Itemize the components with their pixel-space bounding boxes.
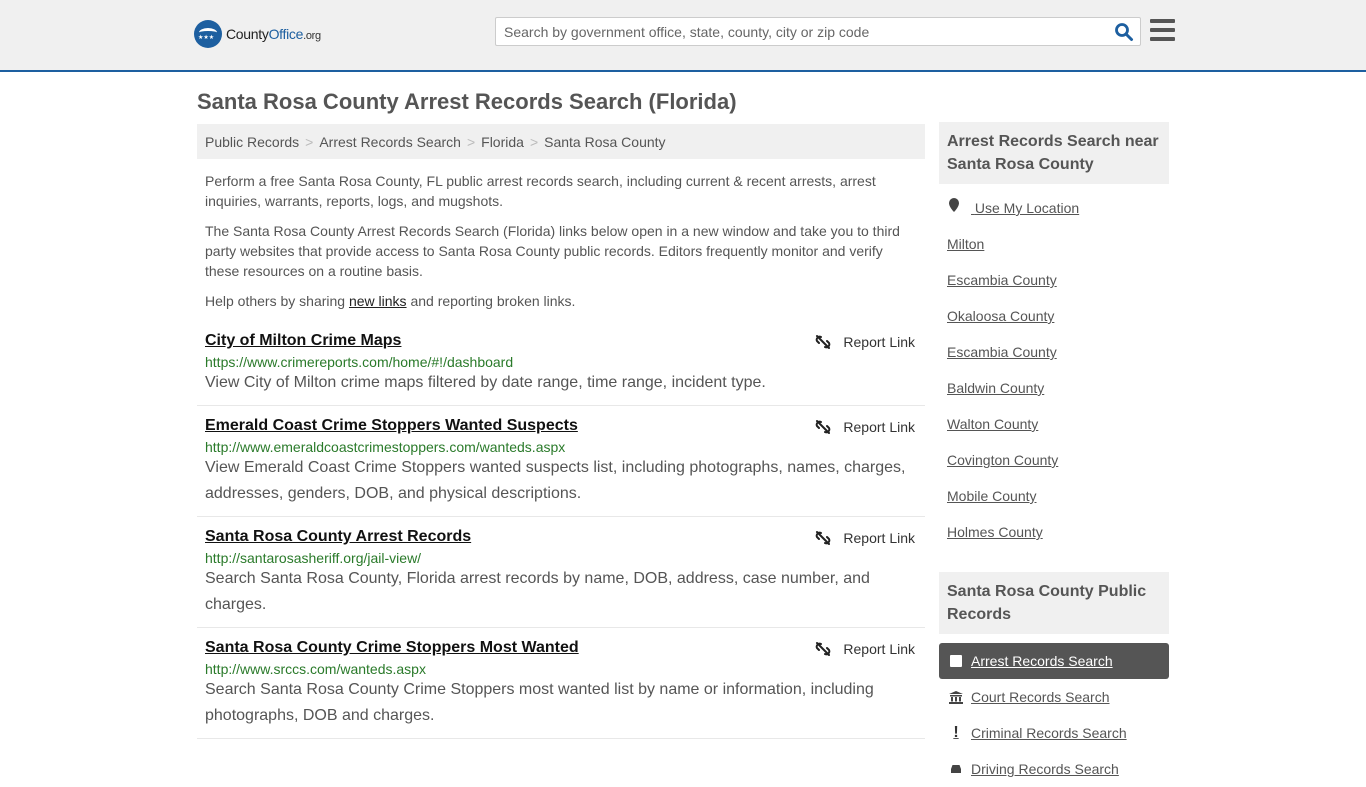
- report-link-label: Report Link: [843, 334, 915, 350]
- logo-text-office: Office: [268, 26, 304, 42]
- result-item: City of Milton Crime Maps Report Link ht…: [197, 321, 925, 406]
- public-record-label: Arrest Records Search: [971, 653, 1113, 669]
- intro-paragraph: Perform a free Santa Rosa County, FL pub…: [205, 173, 876, 209]
- report-link-button[interactable]: Report Link: [815, 334, 915, 350]
- intro: Perform a free Santa Rosa County, FL pub…: [197, 159, 925, 311]
- share-note-text: Help others by sharing: [205, 293, 349, 309]
- result-title-link[interactable]: Emerald Coast Crime Stoppers Wanted Susp…: [205, 417, 578, 435]
- nearby-link[interactable]: Walton County: [939, 406, 1169, 442]
- intro-paragraph: The Santa Rosa County Arrest Records Sea…: [205, 223, 900, 279]
- courthouse-icon: [949, 690, 963, 704]
- logo-badge-icon: [194, 20, 222, 48]
- report-link-label: Report Link: [843, 419, 915, 435]
- public-record-label: Court Records Search: [971, 689, 1110, 705]
- nearby-link[interactable]: Milton: [939, 226, 1169, 262]
- result-description: View Emerald Coast Crime Stoppers wanted…: [205, 459, 906, 502]
- nearby-link[interactable]: Baldwin County: [939, 370, 1169, 406]
- nearby-link[interactable]: Holmes County: [939, 514, 1169, 550]
- sidebar-nearby: Arrest Records Search near Santa Rosa Co…: [939, 122, 1169, 550]
- search-box: [495, 17, 1141, 46]
- search-input[interactable]: [496, 18, 1096, 45]
- result-title-link[interactable]: Santa Rosa County Crime Stoppers Most Wa…: [205, 639, 579, 657]
- use-my-location-link[interactable]: Use My Location: [939, 190, 1169, 226]
- public-record-driving[interactable]: Driving Records Search: [939, 751, 1169, 787]
- nearby-link[interactable]: Mobile County: [939, 478, 1169, 514]
- report-link-label: Report Link: [843, 641, 915, 657]
- search-button[interactable]: [1114, 22, 1134, 42]
- use-my-location-label: Use My Location: [974, 200, 1080, 216]
- nearby-link[interactable]: Escambia County: [939, 262, 1169, 298]
- breadcrumb: Public Records > Arrest Records Search > Flo…: [197, 124, 925, 159]
- result-description: Search Santa Rosa County Crime Stoppers …: [205, 681, 874, 724]
- public-record-arrest[interactable]: Arrest Records Search: [939, 643, 1169, 679]
- report-link-button[interactable]: Report Link: [815, 419, 915, 435]
- hamburger-icon-bar: [1150, 19, 1175, 23]
- broken-link-icon: [816, 335, 831, 349]
- menu-button[interactable]: [1150, 19, 1175, 41]
- share-note-text: and reporting broken links.: [406, 293, 576, 309]
- result-item: Santa Rosa County Crime Stoppers Most Wa…: [197, 628, 925, 739]
- hamburger-icon-bar: [1150, 28, 1175, 32]
- result-title-link[interactable]: City of Milton Crime Maps: [205, 332, 401, 350]
- car-icon: [949, 763, 963, 775]
- result-description: View City of Milton crime maps filtered …: [205, 374, 766, 391]
- breadcrumb-separator: >: [529, 134, 539, 150]
- public-record-label: Criminal Records Search: [971, 725, 1127, 741]
- report-link-label: Report Link: [843, 530, 915, 546]
- breadcrumb-separator: >: [305, 134, 314, 150]
- report-link-button[interactable]: Report Link: [815, 641, 915, 657]
- nearby-link[interactable]: Escambia County: [939, 334, 1169, 370]
- site-header: CountyOffice.org: [0, 0, 1366, 72]
- results-list: City of Milton Crime Maps Report Link ht…: [197, 321, 925, 739]
- hamburger-icon-bar: [1150, 37, 1175, 41]
- logo-text-tld: .org: [303, 30, 321, 42]
- nearby-link[interactable]: Okaloosa County: [939, 298, 1169, 334]
- logo-text-county: County: [226, 26, 269, 42]
- result-url: http://www.srccs.com/wanteds.aspx: [205, 661, 426, 677]
- result-item: Emerald Coast Crime Stoppers Wanted Susp…: [197, 406, 925, 517]
- search-icon: [1115, 23, 1133, 41]
- map-pin-icon: [949, 198, 959, 212]
- exclamation-icon: !: [953, 724, 959, 741]
- square-icon: [949, 655, 963, 667]
- breadcrumb-arrest-records[interactable]: Arrest Records Search: [319, 134, 461, 150]
- logo[interactable]: CountyOffice.org: [194, 20, 321, 48]
- public-record-court[interactable]: Court Records Search: [939, 679, 1169, 715]
- sidebar-nearby-heading: Arrest Records Search near Santa Rosa Co…: [939, 122, 1169, 184]
- new-links-link[interactable]: new links: [349, 293, 407, 309]
- broken-link-icon: [816, 420, 831, 434]
- page-title: Santa Rosa County Arrest Records Search …: [197, 89, 737, 114]
- breadcrumb-santa-rosa[interactable]: Santa Rosa County: [544, 134, 665, 150]
- result-item: Santa Rosa County Arrest Records Report …: [197, 517, 925, 628]
- nearby-link[interactable]: Covington County: [939, 442, 1169, 478]
- result-title-link[interactable]: Santa Rosa County Arrest Records: [205, 528, 471, 546]
- broken-link-icon: [816, 642, 831, 656]
- public-record-criminal[interactable]: ! Criminal Records Search: [939, 715, 1169, 751]
- sidebar-public-records: Santa Rosa County Public Records Arrest …: [939, 572, 1169, 787]
- sidebar-public-heading: Santa Rosa County Public Records: [939, 572, 1169, 634]
- breadcrumb-separator: >: [466, 134, 476, 150]
- breadcrumb-public-records[interactable]: Public Records: [205, 134, 299, 150]
- broken-link-icon: [816, 531, 831, 545]
- share-note: Help others by sharing new links and rep…: [205, 291, 917, 311]
- main-content: Public Records > Arrest Records Search > Flo…: [197, 124, 925, 739]
- result-description: Search Santa Rosa County, Florida arrest…: [205, 570, 870, 613]
- result-url: https://www.crimereports.com/home/#!/das…: [205, 354, 514, 370]
- result-url: http://www.emeraldcoastcrimestoppers.com…: [205, 439, 566, 455]
- result-url: http://santarosasheriff.org/jail-view/: [205, 550, 422, 566]
- public-record-label: Driving Records Search: [971, 761, 1119, 777]
- breadcrumb-florida[interactable]: Florida: [481, 134, 524, 150]
- report-link-button[interactable]: Report Link: [815, 530, 915, 546]
